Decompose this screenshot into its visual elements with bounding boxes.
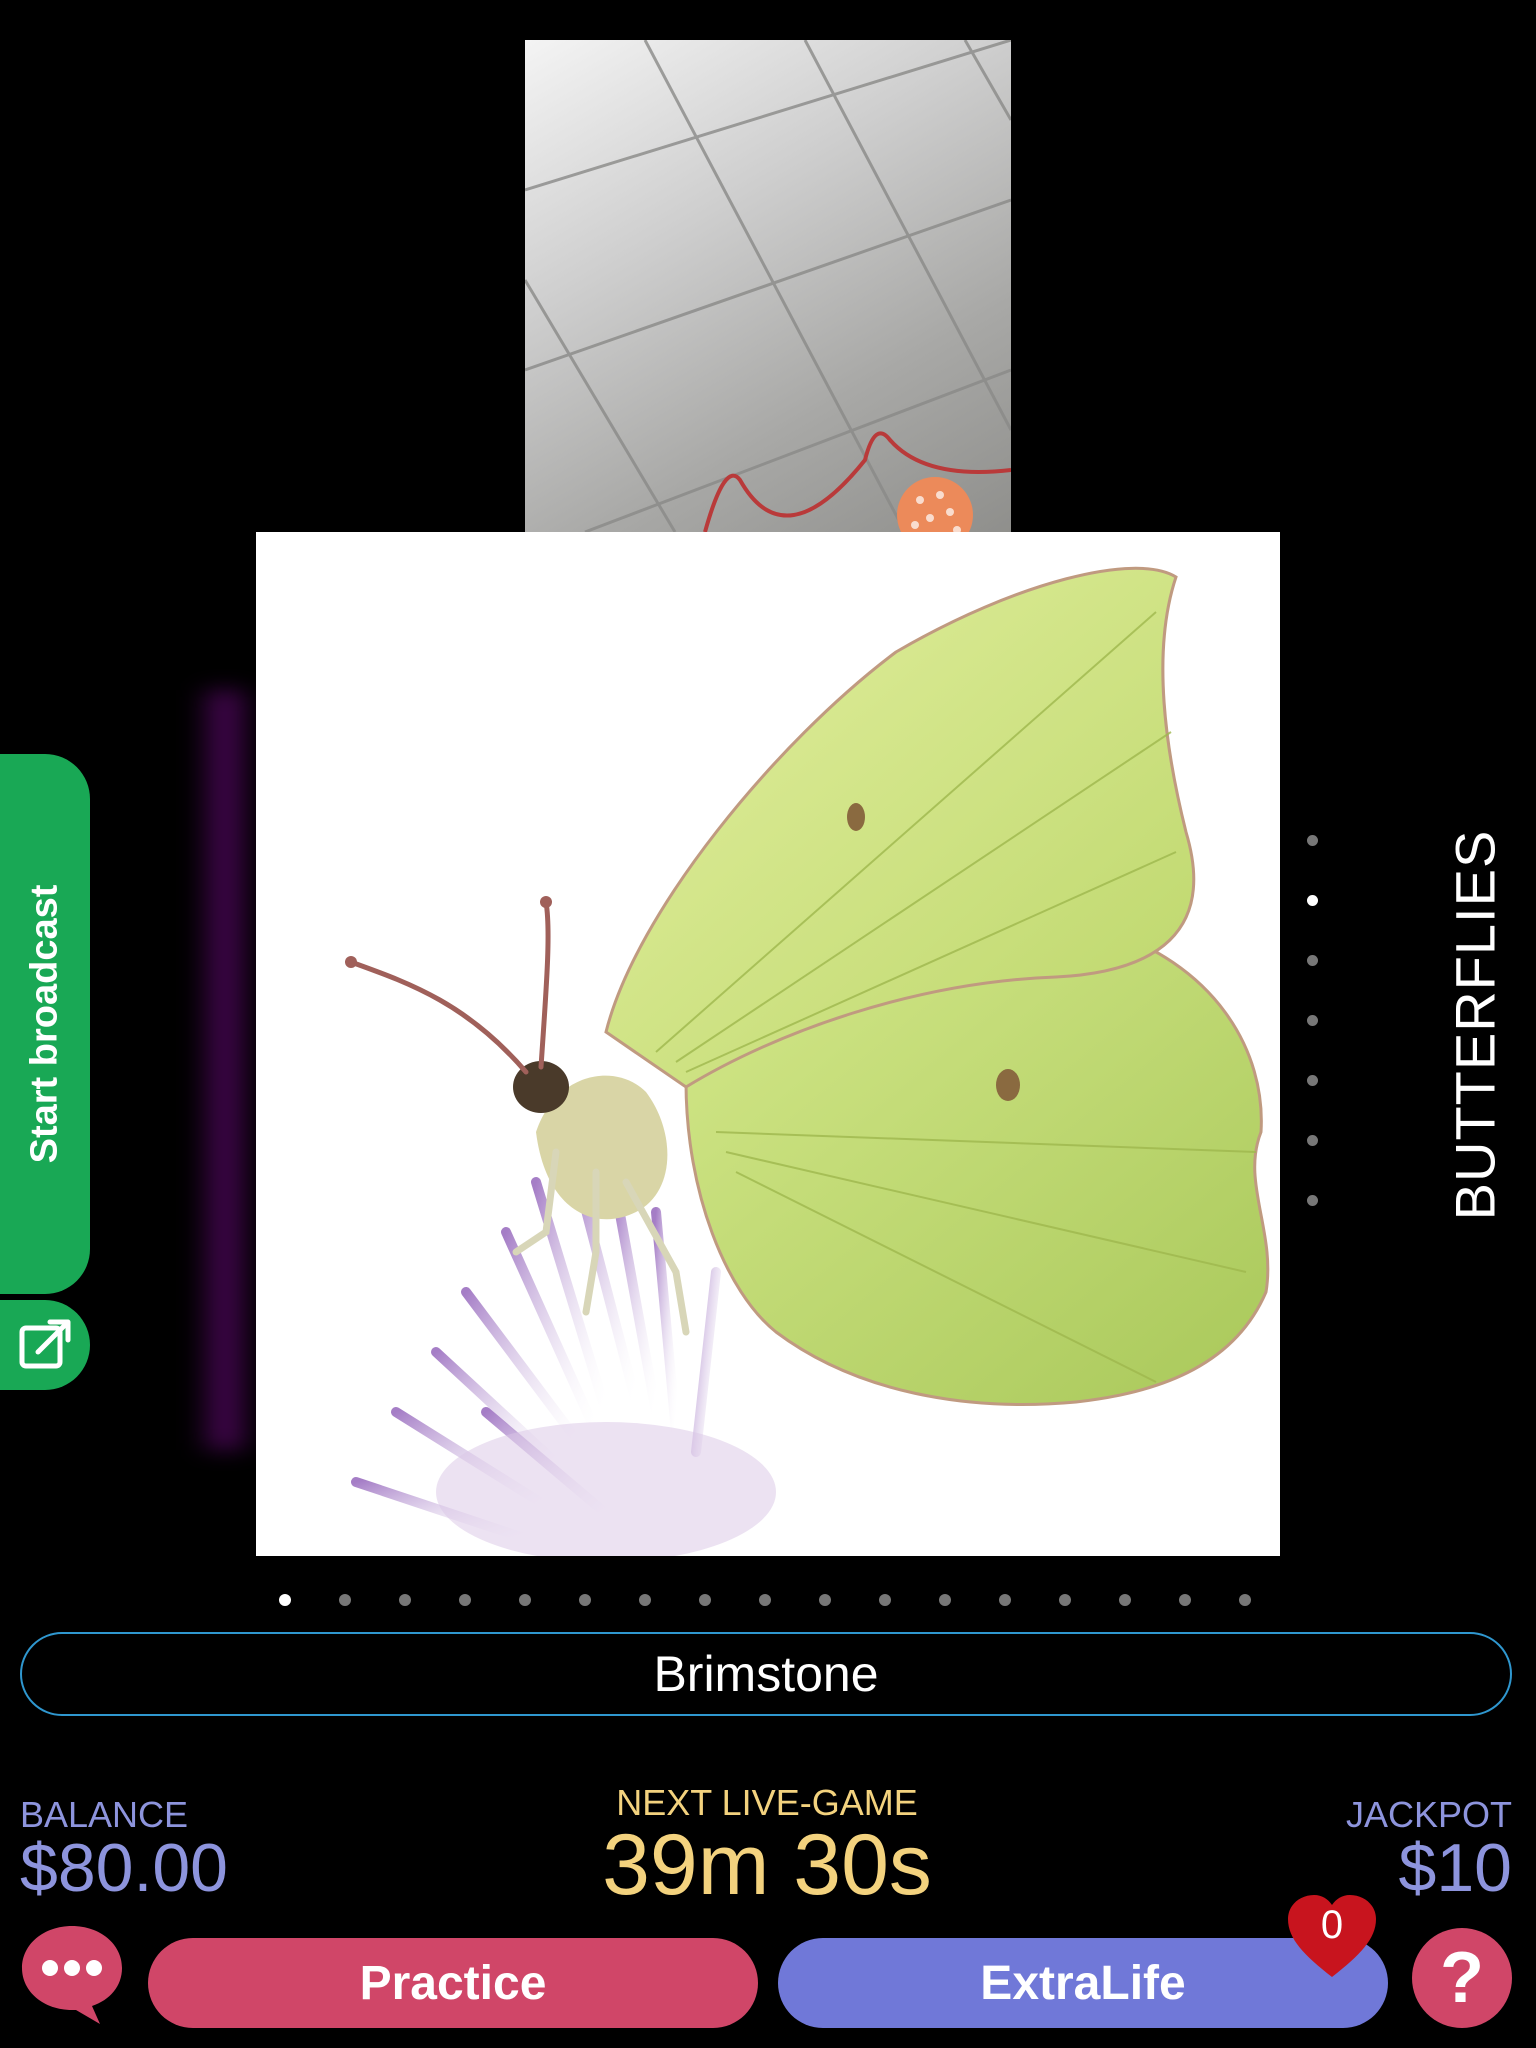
horizontal-dot[interactable] bbox=[339, 1594, 351, 1606]
horizontal-dot[interactable] bbox=[819, 1594, 831, 1606]
horizontal-dot[interactable] bbox=[999, 1594, 1011, 1606]
help-button[interactable]: ? bbox=[1412, 1928, 1512, 2028]
category-title: BUTTERFLIES bbox=[1443, 829, 1507, 1221]
next-live-game-countdown: 39m 30s bbox=[602, 1817, 932, 1913]
extralife-heart-badge: 0 bbox=[1284, 1893, 1380, 1981]
vertical-dot[interactable] bbox=[1307, 1075, 1318, 1086]
purple-glow bbox=[190, 690, 260, 1450]
extralife-count: 0 bbox=[1320, 1903, 1344, 1947]
horizontal-dot[interactable] bbox=[1179, 1594, 1191, 1606]
vertical-dot[interactable] bbox=[1307, 835, 1318, 846]
horizontal-dot-active[interactable] bbox=[279, 1594, 291, 1606]
horizontal-dot[interactable] bbox=[699, 1594, 711, 1606]
vertical-dot[interactable] bbox=[1307, 955, 1318, 966]
chat-button[interactable] bbox=[16, 1920, 128, 2028]
start-broadcast-button[interactable]: Start broadcast bbox=[0, 754, 90, 1294]
balance-value: $80.00 bbox=[20, 1830, 228, 1906]
start-broadcast-label: Start broadcast bbox=[23, 884, 66, 1164]
item-name-field[interactable]: Brimstone bbox=[20, 1632, 1512, 1716]
horizontal-dot[interactable] bbox=[459, 1594, 471, 1606]
horizontal-dot[interactable] bbox=[579, 1594, 591, 1606]
share-icon bbox=[19, 1319, 71, 1369]
chat-bubble-icon bbox=[22, 1926, 122, 2024]
practice-button[interactable]: Practice bbox=[148, 1938, 758, 2028]
horizontal-page-dots bbox=[279, 1594, 1299, 1608]
vertical-dot[interactable] bbox=[1307, 1135, 1318, 1146]
jackpot-value: $10 bbox=[1398, 1830, 1512, 1906]
horizontal-dot[interactable] bbox=[939, 1594, 951, 1606]
vertical-dot[interactable] bbox=[1307, 1015, 1318, 1026]
camera-preview bbox=[525, 40, 1011, 532]
ceiling-image bbox=[525, 40, 1011, 532]
butterfly-photo[interactable] bbox=[256, 532, 1280, 1556]
horizontal-dot[interactable] bbox=[1239, 1594, 1251, 1606]
vertical-dot-active[interactable] bbox=[1307, 895, 1318, 906]
vertical-dot[interactable] bbox=[1307, 1195, 1318, 1206]
butterfly-illustration bbox=[345, 566, 1270, 1556]
horizontal-dot[interactable] bbox=[519, 1594, 531, 1606]
horizontal-dot[interactable] bbox=[639, 1594, 651, 1606]
vertical-page-dots bbox=[1307, 835, 1321, 1255]
horizontal-dot[interactable] bbox=[759, 1594, 771, 1606]
horizontal-dot[interactable] bbox=[1119, 1594, 1131, 1606]
share-button[interactable] bbox=[0, 1300, 90, 1390]
horizontal-dot[interactable] bbox=[1059, 1594, 1071, 1606]
horizontal-dot[interactable] bbox=[399, 1594, 411, 1606]
horizontal-dot[interactable] bbox=[879, 1594, 891, 1606]
